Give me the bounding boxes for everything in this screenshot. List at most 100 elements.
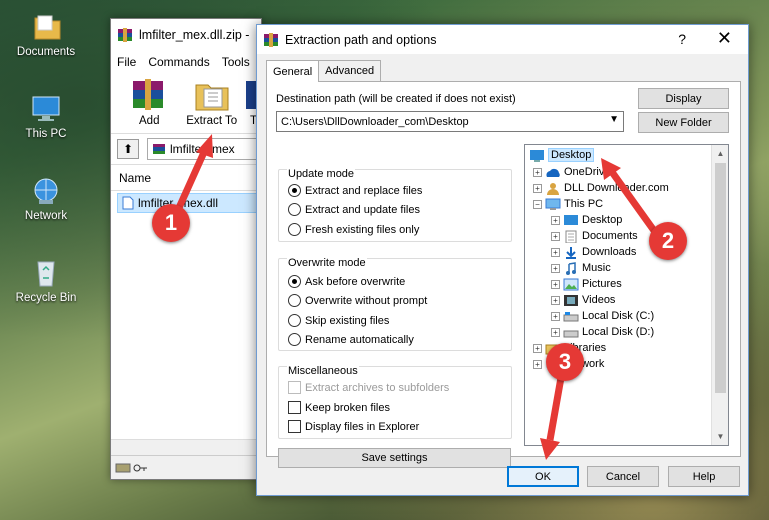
radio-extract-replace[interactable]: Extract and replace files <box>288 184 422 197</box>
radio-fresh-existing[interactable]: Fresh existing files only <box>288 223 419 236</box>
desktop-icon-label: Documents <box>16 46 76 58</box>
tab-advanced[interactable]: Advanced <box>318 60 382 81</box>
overwrite-mode-group: Overwrite mode Ask before overwrite Over… <box>278 257 512 351</box>
dialog-title-bar[interactable]: Extraction path and options ? ✕ <box>257 25 748 54</box>
annotation-badge-1: 1 <box>152 204 190 242</box>
tree-item-downloads[interactable]: + Downloads <box>551 244 636 260</box>
miscellaneous-group: Miscellaneous Extract archives to subfol… <box>278 365 512 439</box>
new-folder-button[interactable]: New Folder <box>638 112 729 133</box>
ok-button[interactable]: OK <box>507 466 579 487</box>
tree-item-this-pc[interactable]: − This PC <box>533 196 603 212</box>
desktop-icon-documents[interactable]: Documents <box>6 12 86 58</box>
expand-icon[interactable]: + <box>551 247 560 257</box>
cancel-button[interactable]: Cancel <box>587 466 659 487</box>
tree-item-label: Videos <box>582 294 616 306</box>
tree-item-music[interactable]: + Music <box>551 260 611 276</box>
option-label: Display files in Explorer <box>305 420 420 433</box>
folder-tree[interactable]: Desktop + OneDrive + DLL Downloader.com … <box>524 144 729 446</box>
winrar-logo-icon <box>153 144 165 154</box>
expand-icon[interactable]: + <box>533 167 542 177</box>
horizontal-scrollbar[interactable] <box>111 439 261 455</box>
tree-item-pictures[interactable]: + Pictures <box>551 276 622 292</box>
scroll-thumb[interactable] <box>715 163 726 393</box>
extraction-dialog[interactable]: Extraction path and options ? ✕ General … <box>256 24 749 496</box>
update-mode-title: Update mode <box>287 168 356 180</box>
tree-item-documents[interactable]: + Documents <box>551 228 638 244</box>
expand-icon[interactable]: + <box>551 327 560 337</box>
option-label: Fresh existing files only <box>305 223 420 236</box>
winrar-window[interactable]: lmfilter_mex.dll.zip - File Commands Too… <box>110 18 262 480</box>
save-settings-button[interactable]: Save settings <box>278 448 511 468</box>
desktop-icon-network[interactable]: Network <box>6 176 86 222</box>
add-label: Add <box>139 115 160 127</box>
destination-path-combo[interactable]: C:\Users\DllDownloader_com\Desktop ▼ <box>276 111 624 132</box>
expand-icon[interactable]: + <box>551 279 560 289</box>
radio-extract-update[interactable]: Extract and update files <box>288 203 420 216</box>
check-keep-broken-files[interactable]: Keep broken files <box>288 401 390 414</box>
help-button[interactable]: Help <box>668 466 740 487</box>
tab-general[interactable]: General <box>266 60 320 82</box>
onedrive-icon <box>546 168 560 177</box>
tree-item-dll-downloader[interactable]: + DLL Downloader.com <box>533 180 669 196</box>
tree-item-local-disk-d[interactable]: + Local Disk (D:) <box>551 324 654 340</box>
expand-icon[interactable]: + <box>533 343 542 353</box>
radio-ask-before-overwrite[interactable]: Ask before overwrite <box>288 275 405 288</box>
menu-tools[interactable]: Tools <box>222 55 250 69</box>
help-icon[interactable]: ? <box>678 31 686 47</box>
menu-commands[interactable]: Commands <box>148 55 209 69</box>
radio-rename-automatically[interactable]: Rename automatically <box>288 333 414 346</box>
radio-button[interactable] <box>288 294 301 307</box>
desktop-icon-recycle-bin[interactable]: Recycle Bin <box>6 258 86 304</box>
tree-item-label: Downloads <box>582 246 637 258</box>
radio-button[interactable] <box>288 333 301 346</box>
expand-icon[interactable]: + <box>551 295 560 305</box>
checkbox <box>288 381 301 394</box>
expand-icon[interactable]: + <box>551 231 560 241</box>
radio-button[interactable] <box>288 203 301 216</box>
checkbox[interactable] <box>288 420 301 433</box>
expand-icon[interactable]: + <box>551 311 560 321</box>
expand-icon[interactable]: + <box>551 215 560 225</box>
radio-button[interactable] <box>288 314 301 327</box>
scroll-up-icon[interactable]: ▲ <box>712 145 728 162</box>
radio-skip-existing[interactable]: Skip existing files <box>288 314 389 327</box>
radio-overwrite-without-prompt[interactable]: Overwrite without prompt <box>288 294 427 307</box>
tree-item-videos[interactable]: + Videos <box>551 292 615 308</box>
expand-icon[interactable]: + <box>551 263 560 273</box>
recycle-bin-icon <box>29 258 63 288</box>
menu-file[interactable]: File <box>117 55 136 69</box>
tree-vertical-scrollbar[interactable]: ▲ ▼ <box>711 145 728 445</box>
display-button[interactable]: Display <box>638 88 729 109</box>
close-icon[interactable]: ✕ <box>717 28 732 49</box>
radio-button[interactable] <box>288 223 301 236</box>
tree-item-desktop-root[interactable]: Desktop <box>529 147 595 163</box>
desktop-icon-label: Network <box>24 210 68 222</box>
scroll-down-icon[interactable]: ▼ <box>712 428 728 445</box>
option-label: Overwrite without prompt <box>305 294 428 307</box>
radio-button[interactable] <box>288 184 301 197</box>
file-row[interactable]: lmfilter_mex.dll <box>117 193 261 213</box>
tree-item-desktop[interactable]: + Desktop <box>551 212 622 228</box>
downloads-icon <box>566 246 576 259</box>
destination-path-label: Destination path (will be created if doe… <box>276 93 516 105</box>
tree-item-local-disk-c[interactable]: + Local Disk (C:) <box>551 308 654 324</box>
check-display-in-explorer[interactable]: Display files in Explorer <box>288 420 419 433</box>
collapse-icon[interactable]: − <box>533 199 542 209</box>
radio-button[interactable] <box>288 275 301 288</box>
option-label: Rename automatically <box>305 333 414 346</box>
computer-icon <box>545 198 561 210</box>
chevron-down-icon[interactable]: ▼ <box>609 114 619 125</box>
up-folder-button[interactable]: ⬆ <box>117 139 139 159</box>
extract-to-button[interactable]: Extract To <box>183 77 239 133</box>
add-button[interactable]: Add <box>121 77 177 133</box>
column-header-name[interactable]: Name <box>111 165 261 191</box>
expand-icon[interactable]: + <box>533 183 542 193</box>
user-icon <box>547 182 559 195</box>
tree-item-onedrive[interactable]: + OneDrive <box>533 164 610 180</box>
desktop-icon-this-pc[interactable]: This PC <box>6 94 86 140</box>
winrar-title-bar[interactable]: lmfilter_mex.dll.zip - <box>111 19 261 51</box>
option-label: Ask before overwrite <box>305 275 406 288</box>
checkbox[interactable] <box>288 401 301 414</box>
expand-icon[interactable]: + <box>533 359 542 369</box>
archive-path-field[interactable]: lmfilter_mex <box>147 138 261 160</box>
